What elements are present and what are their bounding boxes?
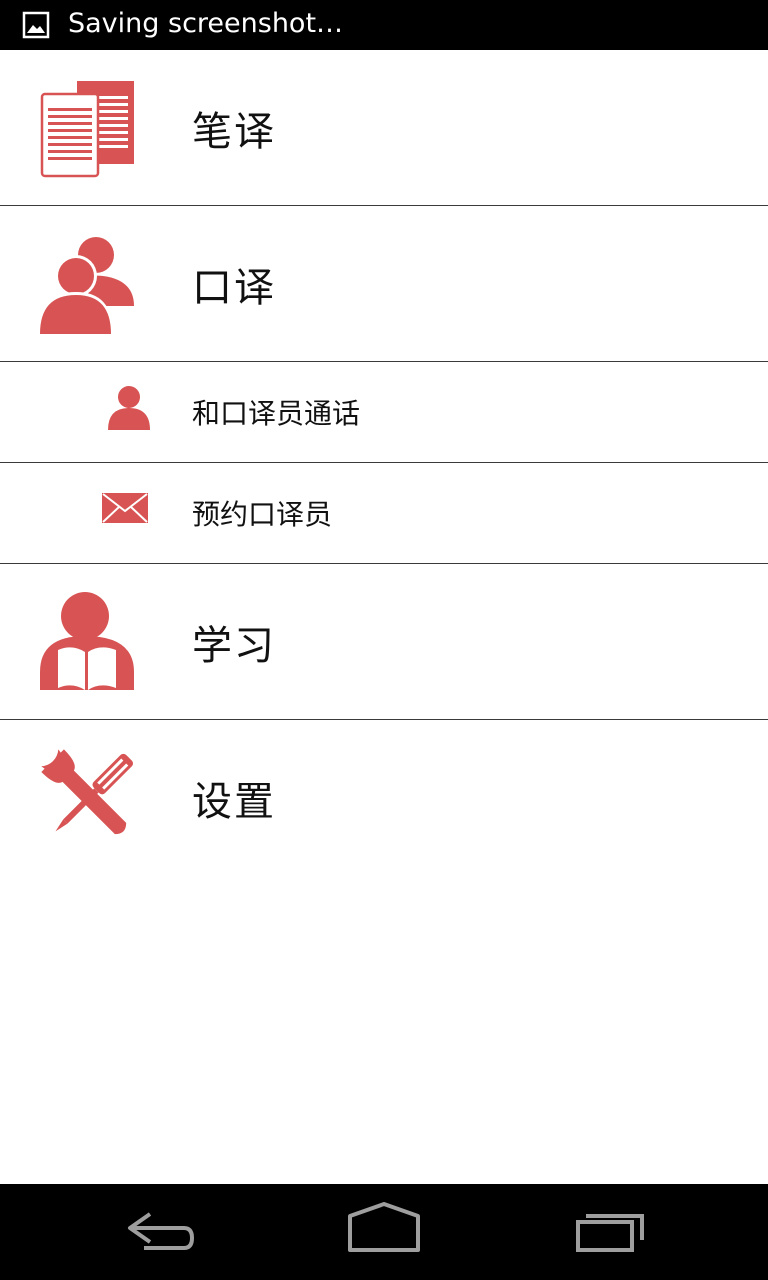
menu-item-settings[interactable]: 设置: [0, 720, 768, 876]
menu-item-book-interpreter[interactable]: 预约口译员: [0, 463, 768, 564]
menu-item-label: 预约口译员: [192, 498, 333, 531]
menu-item-label: 和口译员通话: [192, 397, 361, 430]
main-menu: 笔译 口译 和口译员通话 预约口译员 学习 设置: [0, 50, 768, 876]
menu-item-call-interpreter[interactable]: 和口译员通话: [0, 362, 768, 463]
menu-item-label: 笔译: [192, 108, 276, 155]
envelope-icon: [102, 493, 148, 523]
image-icon: [22, 11, 50, 39]
menu-item-label: 设置: [192, 779, 276, 825]
navigation-bar: [0, 1184, 768, 1280]
person-icon: [108, 386, 150, 430]
menu-item-study[interactable]: 学习: [0, 564, 768, 720]
menu-item-interpretation[interactable]: 口译: [0, 206, 768, 362]
menu-item-written-translation[interactable]: 笔译: [0, 50, 768, 206]
people-icon: [38, 237, 134, 334]
documents-icon: [40, 81, 134, 178]
menu-item-label: 学习: [192, 622, 276, 669]
status-bar: Saving screenshot…: [0, 0, 768, 50]
recents-icon[interactable]: [560, 1202, 660, 1262]
tools-icon: [41, 749, 134, 835]
screen: Saving screenshot… 笔译 口译 和口译员通话 预约口译员 学习…: [0, 0, 768, 1280]
menu-item-label: 口译: [192, 264, 276, 311]
reader-icon: [40, 592, 134, 690]
back-icon[interactable]: [110, 1202, 210, 1262]
status-text: Saving screenshot…: [68, 8, 344, 39]
home-icon[interactable]: [334, 1202, 434, 1262]
